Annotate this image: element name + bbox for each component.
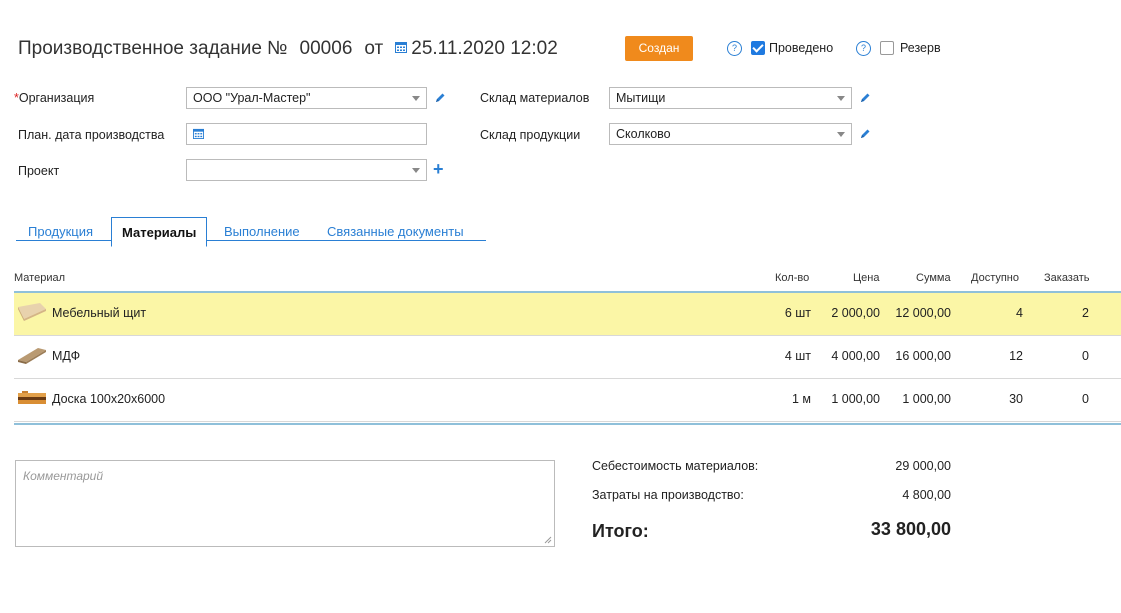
products-warehouse-select[interactable]: Сколково: [609, 123, 852, 145]
col-available[interactable]: Доступно: [971, 272, 1019, 284]
material-available: 4: [1016, 306, 1023, 320]
col-price[interactable]: Цена: [853, 272, 879, 284]
resize-handle-icon[interactable]: [544, 536, 552, 544]
table-row[interactable]: МДФ 4 шт 4 000,00 16 000,00 12 0: [14, 336, 1121, 379]
col-material[interactable]: Материал: [14, 272, 65, 284]
org-value: ООО "Урал-Мастер": [193, 91, 311, 105]
tab-materials[interactable]: Материалы: [111, 217, 208, 247]
wood-plank-thumbnail: [18, 391, 46, 404]
wood-panel-thumbnail: [18, 303, 46, 321]
materials-warehouse-value: Мытищи: [616, 91, 666, 105]
comment-placeholder: Комментарий: [23, 469, 104, 483]
add-project-icon[interactable]: +: [433, 160, 444, 178]
material-name: МДФ: [52, 349, 81, 363]
material-price: 4 000,00: [831, 349, 880, 363]
doc-number[interactable]: 00006: [300, 38, 353, 59]
help-icon[interactable]: ?: [727, 41, 742, 56]
material-qty: 6 шт: [784, 306, 811, 320]
posted-checkbox[interactable]: [751, 41, 765, 55]
material-order: 0: [1082, 349, 1089, 363]
tabs-underline: [16, 240, 486, 241]
from-label: от: [364, 38, 384, 59]
pencil-icon[interactable]: [859, 128, 871, 140]
pencil-icon[interactable]: [434, 92, 446, 104]
reserve-checkbox[interactable]: [880, 41, 894, 55]
project-label: Проект: [18, 164, 60, 178]
help-icon[interactable]: ?: [856, 41, 871, 56]
production-cost-value: 4 800,00: [902, 488, 951, 502]
col-order[interactable]: Заказать: [1044, 272, 1090, 284]
materials-warehouse-select[interactable]: Мытищи: [609, 87, 852, 109]
tab-products[interactable]: Продукция: [28, 224, 93, 239]
material-order: 2: [1082, 306, 1089, 320]
calendar-icon[interactable]: [395, 41, 408, 53]
doc-title: Производственное задание №: [18, 38, 288, 59]
material-name: Мебельный щит: [52, 306, 147, 320]
products-warehouse-label: Склад продукции: [480, 128, 581, 142]
material-price: 1 000,00: [831, 392, 880, 406]
table-bottom-divider: [14, 423, 1121, 425]
total-value: 33 800,00: [870, 519, 951, 539]
material-available: 30: [1009, 392, 1023, 406]
table-row[interactable]: Доска 100x20x6000 1 м 1 000,00 1 000,00 …: [14, 379, 1121, 422]
table-row[interactable]: Мебельный щит 6 шт 2 000,00 12 000,00 4 …: [14, 293, 1121, 336]
materials-cost-value: 29 000,00: [895, 459, 951, 473]
project-select[interactable]: [186, 159, 427, 181]
pencil-icon[interactable]: [859, 92, 871, 104]
col-sum[interactable]: Сумма: [916, 272, 951, 284]
material-price: 2 000,00: [831, 306, 880, 320]
org-label: *Организация: [14, 91, 95, 105]
chevron-down-icon[interactable]: [837, 96, 845, 101]
material-sum: 1 000,00: [902, 392, 951, 406]
plan-date-label: План. дата производства: [18, 128, 165, 142]
material-order: 0: [1082, 392, 1089, 406]
materials-warehouse-label: Склад материалов: [480, 91, 590, 105]
mdf-board-thumbnail: [18, 348, 46, 364]
tab-related-documents[interactable]: Связанные документы: [327, 224, 464, 239]
material-name: Доска 100x20x6000: [52, 392, 166, 406]
material-qty: 1 м: [791, 392, 811, 406]
chevron-down-icon[interactable]: [412, 96, 420, 101]
material-sum: 12 000,00: [895, 306, 951, 320]
page-title: Производственное задание № 00006 от 25.11.2…: [18, 38, 558, 60]
plan-date-field[interactable]: [186, 123, 427, 145]
materials-cost-label: Себестоимость материалов:: [592, 459, 759, 473]
status-button[interactable]: Создан: [625, 36, 693, 61]
comment-textarea[interactable]: Комментарий: [15, 460, 555, 547]
posted-label: Проведено: [769, 41, 834, 55]
calendar-icon[interactable]: [193, 128, 204, 139]
chevron-down-icon[interactable]: [837, 132, 845, 137]
material-available: 12: [1009, 349, 1023, 363]
tab-execution[interactable]: Выполнение: [224, 224, 300, 239]
chevron-down-icon[interactable]: [412, 168, 420, 173]
org-select[interactable]: ООО "Урал-Мастер": [186, 87, 427, 109]
material-sum: 16 000,00: [895, 349, 951, 363]
doc-date[interactable]: 25.11.2020 12:02: [411, 38, 558, 59]
reserve-label: Резерв: [900, 41, 941, 55]
products-warehouse-value: Сколково: [616, 127, 671, 141]
production-cost-label: Затраты на производство:: [592, 488, 744, 502]
material-qty: 4 шт: [784, 349, 811, 363]
total-label: Итого:: [592, 521, 649, 541]
col-quantity[interactable]: Кол-во: [775, 272, 809, 284]
